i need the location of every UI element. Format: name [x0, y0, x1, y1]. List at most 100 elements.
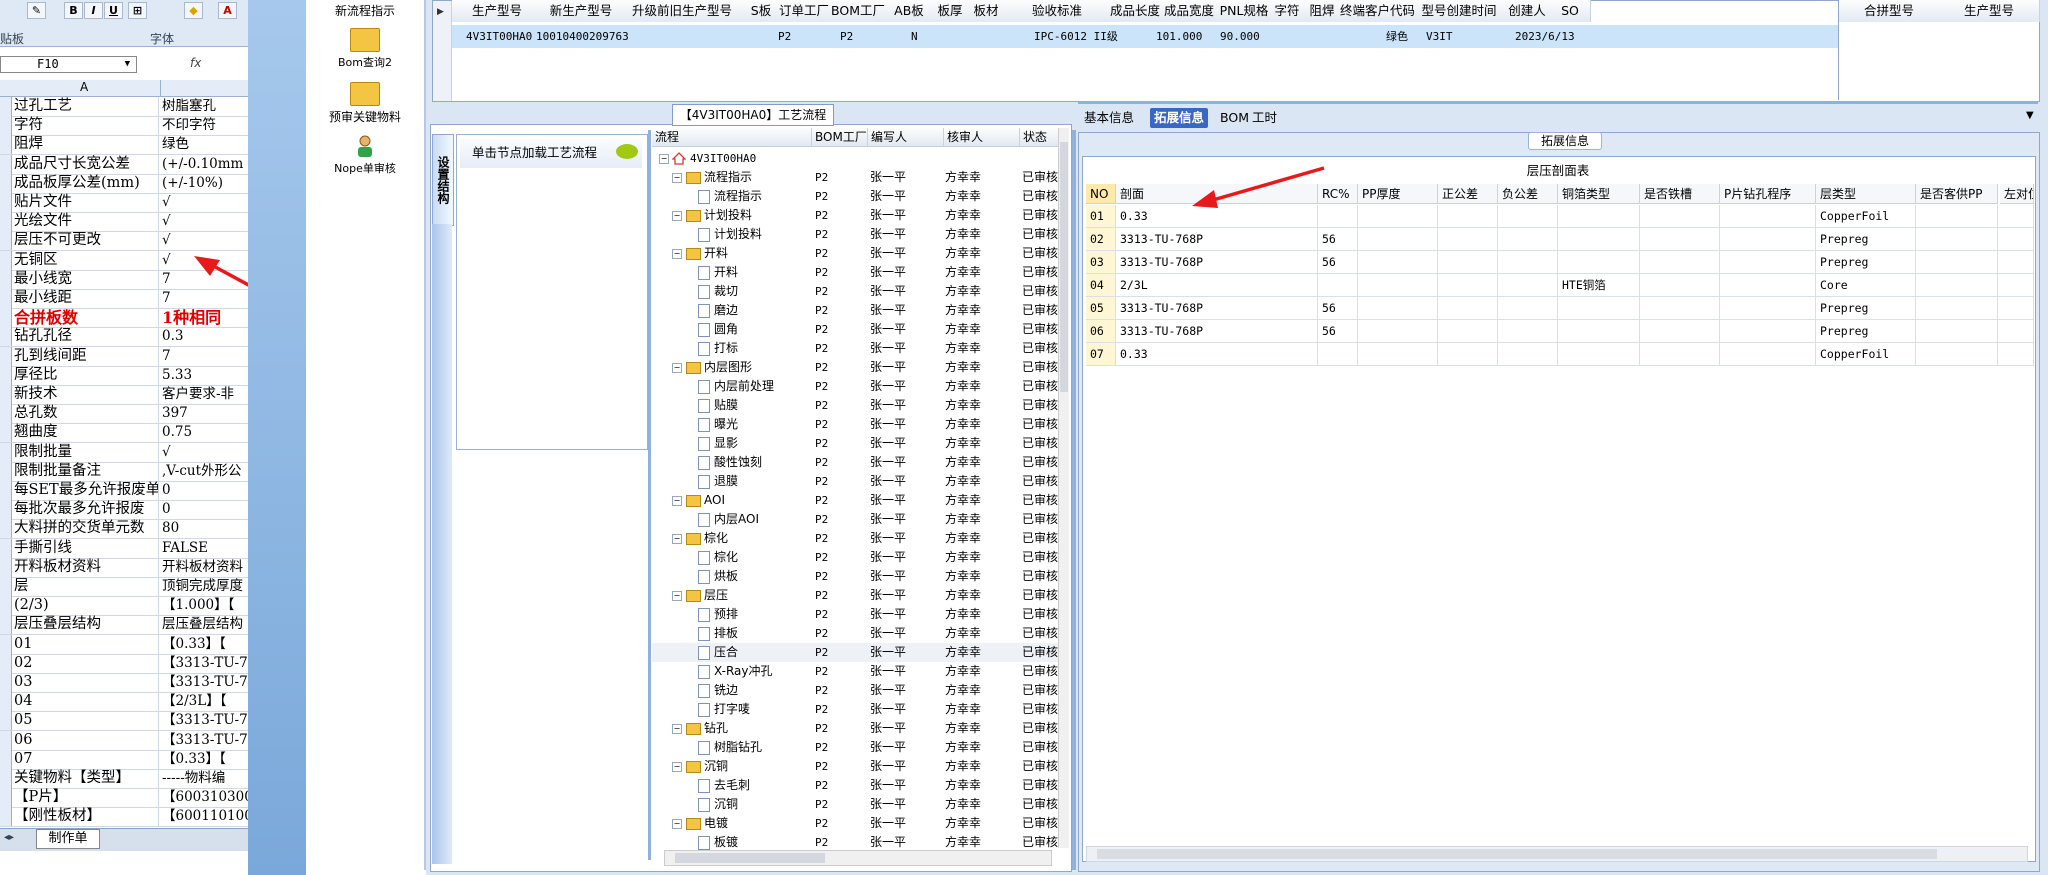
grid-cell-length[interactable]: 101.000 [1156, 27, 1202, 47]
cell-b[interactable]: 【3313-TU-7 [162, 673, 248, 692]
lam-cell[interactable]: 05 [1086, 297, 1116, 319]
collapse-icon[interactable]: − [672, 819, 682, 829]
lam-cell[interactable]: 07 [1086, 343, 1116, 365]
tab-structure-setting[interactable]: 设置结构 [432, 134, 454, 226]
lam-row[interactable]: 07 0.33 CopperFoil [1086, 343, 2034, 366]
tree-node[interactable]: 树脂钻孔 P2 张一平 方幸幸 已审核 [652, 738, 1058, 757]
cell-a[interactable]: 大料拼的交货单元数 [14, 519, 159, 539]
cell-b[interactable]: 0 [162, 481, 248, 500]
cell-b[interactable]: 【6001101000 [162, 807, 248, 826]
row-header[interactable] [0, 634, 12, 654]
grid-header[interactable]: S板 [744, 0, 779, 22]
cell-a[interactable]: 最小线距 [14, 289, 159, 308]
cell-b[interactable]: 树脂塞孔 [162, 97, 248, 116]
cell-a[interactable]: 成品尺寸长宽公差 [14, 154, 159, 174]
lam-cell[interactable] [1358, 274, 1438, 296]
lam-cell[interactable]: HTE铜箔 [1558, 274, 1640, 296]
lam-header[interactable]: PP厚度 [1358, 184, 1438, 204]
chevron-down-icon[interactable]: ▼ [125, 57, 130, 72]
grid-cell-order-factory[interactable]: P2 [778, 27, 791, 47]
collapse-icon[interactable]: − [672, 724, 682, 734]
grid-cell-bom-factory[interactable]: P2 [840, 27, 853, 47]
lam-row[interactable]: 04 2/3L HTE铜箔 Core [1086, 274, 2034, 297]
tree-vertical-scrollbar[interactable] [1058, 128, 1069, 848]
lam-cell[interactable] [1916, 320, 1998, 342]
collapse-icon[interactable]: − [659, 154, 669, 164]
cell-b[interactable]: 【3313-TU-7 [162, 731, 248, 750]
tree-node[interactable]: − 流程指示 P2 张一平 方幸幸 已审核 [652, 168, 1058, 187]
tree-node[interactable]: 内层前处理 P2 张一平 方幸幸 已审核 [652, 377, 1058, 396]
cell-a[interactable]: 阻焊 [14, 135, 159, 155]
tree-node[interactable]: 流程指示 P2 张一平 方幸幸 已审核 [652, 187, 1058, 206]
cell-a[interactable]: 钻孔孔径 [14, 327, 159, 347]
prereview-material-button[interactable]: 预审关键物料 [306, 82, 424, 125]
cell-b[interactable]: √ [162, 231, 248, 250]
grid-header[interactable]: SO [1550, 0, 1591, 22]
lam-cell[interactable]: 56 [1318, 228, 1358, 250]
lam-cell[interactable] [1558, 297, 1640, 319]
lam-cell[interactable]: 01 [1086, 205, 1116, 227]
lam-cell[interactable] [1558, 205, 1640, 227]
tree-node[interactable]: − 开料 P2 张一平 方幸幸 已审核 [652, 244, 1058, 263]
cell-b[interactable]: 不印字符 [162, 116, 248, 135]
row-header[interactable] [0, 807, 12, 827]
tree-node[interactable]: X-Ray冲孔 P2 张一平 方幸幸 已审核 [652, 662, 1058, 681]
row-header[interactable] [0, 596, 12, 616]
tree-node[interactable]: − 钻孔 P2 张一平 方幸幸 已审核 [652, 719, 1058, 738]
lam-cell[interactable] [2000, 228, 2034, 250]
lam-cell[interactable]: Prepreg [1816, 320, 1916, 342]
row-header[interactable] [0, 97, 12, 116]
lam-cell[interactable] [1318, 274, 1358, 296]
cell-a[interactable]: 厚径比 [14, 365, 159, 385]
cell-a[interactable]: 【P片】 [14, 788, 159, 808]
tree-node[interactable]: 烘板 P2 张一平 方幸幸 已审核 [652, 567, 1058, 586]
lam-cell[interactable] [2000, 343, 2034, 365]
name-box[interactable]: F10 ▼ [0, 56, 137, 73]
lam-cell[interactable]: 2/3L [1116, 274, 1318, 296]
tree-node[interactable]: − AOI P2 张一平 方幸幸 已审核 [652, 491, 1058, 510]
tree-node[interactable]: 内层AOI P2 张一平 方幸幸 已审核 [652, 510, 1058, 529]
cell-b[interactable]: -----物料编 [162, 769, 248, 788]
collapse-icon[interactable]: − [672, 534, 682, 544]
lamination-horizontal-scrollbar[interactable] [1086, 846, 2028, 862]
cell-b[interactable]: 顶铜完成厚度 [162, 577, 248, 596]
grid-cell-mask[interactable]: 绿色 [1386, 27, 1408, 47]
lam-cell[interactable]: CopperFoil [1816, 343, 1916, 365]
fx-icon[interactable]: fx [190, 56, 210, 71]
header-bom-factory[interactable]: BOM工厂 [812, 128, 868, 146]
cell-a[interactable]: 层压不可更改 [14, 231, 159, 251]
cell-b[interactable]: 80 [162, 519, 248, 538]
cell-a[interactable]: 层压叠层结构 [14, 615, 159, 635]
grid-header[interactable]: 验收标准 [1004, 0, 1111, 22]
lam-cell[interactable] [1358, 251, 1438, 273]
lam-cell[interactable] [1498, 251, 1558, 273]
lam-cell[interactable] [1498, 320, 1558, 342]
lam-cell[interactable]: CopperFoil [1816, 205, 1916, 227]
cell-a[interactable]: 02 [14, 653, 159, 673]
cell-b[interactable]: 【3313-TU-7 [162, 711, 248, 730]
cell-b[interactable]: 0 [162, 500, 248, 519]
grid-header[interactable]: AB板 [886, 0, 933, 22]
tree-node[interactable]: 酸性蚀刻 P2 张一平 方幸幸 已审核 [652, 453, 1058, 472]
row-header[interactable] [0, 327, 12, 347]
grid-header[interactable]: 板厚 [932, 0, 969, 22]
tree-node[interactable]: − 层压 P2 张一平 方幸幸 已审核 [652, 586, 1058, 605]
grid-cell-new-model[interactable]: 10010400209763 [536, 27, 629, 47]
lam-cell[interactable] [1498, 343, 1558, 365]
lam-cell[interactable]: 3313-TU-768P [1116, 251, 1318, 273]
format-painter-icon[interactable]: ✎ [27, 2, 46, 19]
lam-cell[interactable] [1640, 297, 1720, 319]
cell-a[interactable]: 【刚性板材】 [14, 807, 159, 827]
collapse-icon[interactable]: − [672, 591, 682, 601]
cell-a[interactable]: 关键物料【类型】 [14, 769, 159, 788]
cell-b[interactable]: 层压叠层结构 [162, 615, 248, 634]
column-header-a[interactable]: A [80, 80, 88, 94]
collapse-icon[interactable]: − [672, 496, 682, 506]
lam-cell[interactable] [1916, 205, 1998, 227]
lam-cell[interactable] [1720, 205, 1816, 227]
cell-a[interactable]: 限制批量 [14, 442, 159, 462]
lam-cell[interactable] [1916, 228, 1998, 250]
row-header[interactable] [0, 538, 12, 558]
grid-cell-width[interactable]: 90.000 [1220, 27, 1260, 47]
lam-cell[interactable]: 0.33 [1116, 343, 1318, 365]
